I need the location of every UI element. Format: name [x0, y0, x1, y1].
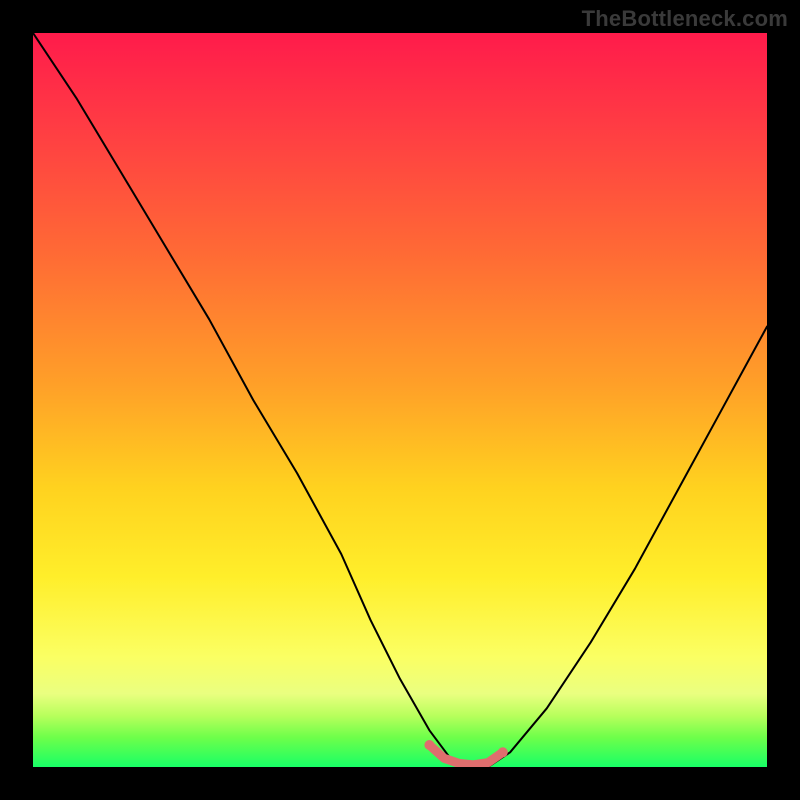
watermark-text: TheBottleneck.com: [582, 6, 788, 32]
chart-frame: TheBottleneck.com: [0, 0, 800, 800]
chart-svg: [33, 33, 767, 767]
highlight-dot-left: [424, 740, 434, 750]
min-plateau-highlight: [429, 745, 502, 765]
bottleneck-curve: [33, 33, 767, 767]
plot-area: [33, 33, 767, 767]
highlight-dot-right: [498, 747, 508, 757]
